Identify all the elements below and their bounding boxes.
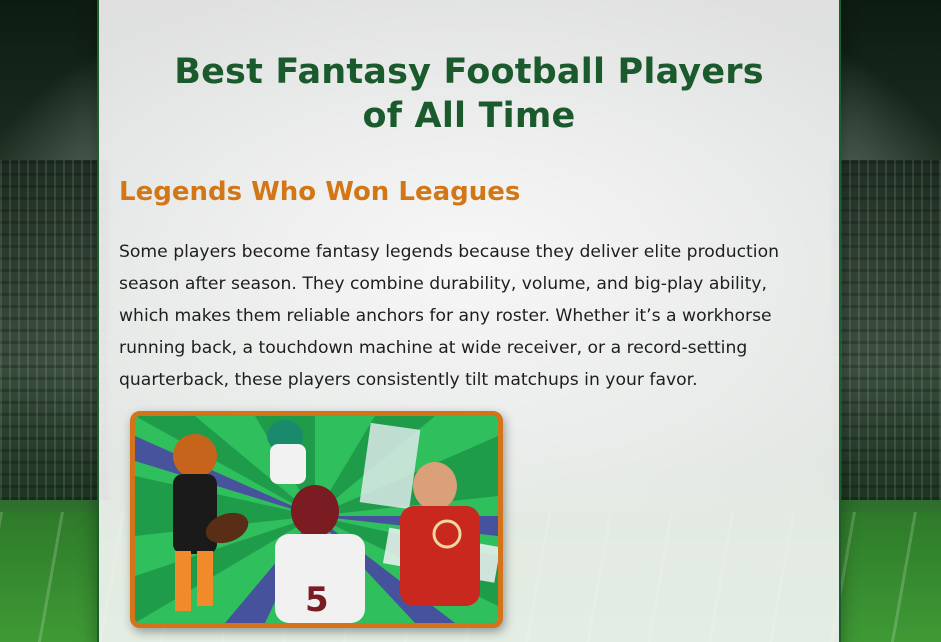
stadium-stands-left (0, 160, 110, 500)
content-card: Best Fantasy Football Players of All Tim… (97, 0, 841, 642)
stadium-stands-right (831, 160, 941, 500)
football-players-collage-icon: 5 (135, 416, 498, 623)
svg-text:5: 5 (305, 580, 329, 620)
section-paragraph: Some players become fantasy legends beca… (119, 242, 779, 390)
feature-image: 5 (130, 411, 503, 628)
page-title: Best Fantasy Football Players of All Tim… (174, 52, 764, 136)
section-heading: Legends Who Won Leagues (119, 177, 521, 207)
